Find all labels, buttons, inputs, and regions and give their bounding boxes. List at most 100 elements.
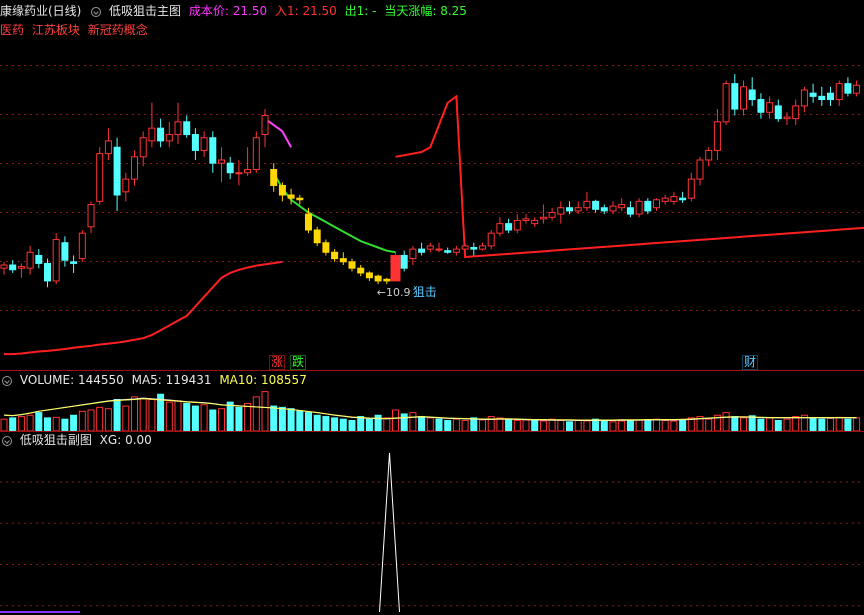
volume-bar (626, 420, 634, 431)
candle-body (496, 223, 504, 234)
candle-body (339, 258, 347, 263)
candle-body (670, 196, 678, 202)
main-indicator-name[interactable]: 低吸狙击主图 (109, 4, 181, 18)
volume-bar (844, 418, 852, 431)
candle-body (461, 245, 469, 250)
volume-bar (235, 406, 243, 431)
candle-body (322, 242, 330, 253)
exit-value: - (372, 4, 377, 18)
candle-body (470, 247, 478, 250)
volume-bar (505, 418, 513, 431)
candle-body (835, 83, 843, 101)
candle-body (104, 140, 112, 155)
candle-body (278, 184, 286, 196)
candle-body (148, 127, 156, 142)
volume-bar (331, 417, 339, 431)
volume-bar (818, 418, 826, 431)
candle-body (383, 278, 391, 282)
chevron-down-icon[interactable] (91, 6, 102, 17)
volume-bar (287, 408, 295, 431)
volume-bar (191, 405, 199, 431)
volume-bar (70, 414, 78, 431)
volume-bar (679, 419, 687, 431)
panel-divider (0, 370, 864, 371)
volume-bar (853, 417, 861, 431)
candle-body (531, 219, 539, 225)
volume-bar (783, 418, 791, 431)
stock-name[interactable]: 康缘药业(日线) (0, 4, 81, 18)
candle-body (574, 207, 582, 212)
volume-bar (383, 417, 391, 431)
candle-body (331, 251, 339, 260)
volume-bar (539, 420, 547, 431)
candle-body (740, 86, 747, 110)
sub-indicator-name[interactable]: 低吸狙击副图 (20, 433, 92, 447)
volume-bar (0, 418, 8, 431)
candle-body (539, 216, 547, 220)
volume-bar (513, 420, 521, 431)
candle-body (548, 212, 556, 218)
volume-bar (661, 420, 669, 431)
ma10-value: 108557 (261, 373, 307, 387)
candle-body (113, 146, 121, 196)
price-chart[interactable]: ←10.9 狙击 (0, 20, 864, 370)
candle-body (418, 248, 426, 253)
candle-body (827, 92, 834, 101)
candle-body (52, 239, 60, 282)
volume-bar (461, 420, 469, 431)
candle-body (444, 250, 452, 253)
ma-line-pink (264, 117, 292, 148)
volume-bar (740, 417, 747, 431)
gain-label: 当天涨幅: (384, 4, 437, 18)
entry-value: 21.50 (302, 4, 337, 18)
ma10-label: MA10: (219, 373, 258, 387)
cost-value: 21.50 (232, 4, 268, 18)
candle-body (487, 232, 495, 247)
candle-body (626, 207, 634, 215)
volume-bar (61, 418, 69, 431)
volume-bar (131, 396, 138, 431)
candle-body (435, 248, 443, 251)
candle-body (270, 169, 278, 186)
candle-body (0, 264, 8, 269)
candle-body (661, 197, 669, 202)
volume-bar (174, 400, 182, 431)
volume-bar (470, 417, 478, 431)
sub-indicator-header: 低吸狙击副图 XG: 0.00 (0, 432, 156, 448)
candle-body (287, 194, 295, 199)
volume-chart[interactable] (0, 389, 864, 431)
volume-bar (766, 417, 774, 431)
candle-body (452, 248, 460, 253)
candle-body (766, 102, 774, 113)
volume-bar (731, 416, 739, 431)
volume-bar (757, 418, 765, 431)
candle-body (70, 261, 78, 264)
volume-bar (26, 414, 34, 431)
volume-bar (244, 402, 252, 431)
candle-body (183, 121, 191, 136)
chevron-down-icon[interactable] (2, 435, 12, 446)
candle-body (44, 262, 51, 282)
volume-label: VOLUME: (19, 373, 75, 387)
ma5-value: 119431 (165, 373, 212, 387)
candle-body (61, 242, 69, 261)
candle-body (592, 200, 600, 210)
gain-value: 8.25 (440, 4, 467, 18)
candle-body (426, 245, 434, 250)
candle-body (348, 261, 356, 269)
sub-indicator-chart[interactable] (0, 449, 864, 614)
volume-bar (827, 417, 834, 431)
candle-body (731, 83, 739, 110)
candle-body (774, 105, 782, 120)
volume-bar (479, 419, 486, 431)
volume-bar (452, 418, 460, 431)
volume-bar (339, 418, 347, 431)
volume-bar (835, 416, 843, 431)
volume-bar (374, 414, 382, 431)
candle-body (78, 232, 86, 260)
candle-body (853, 84, 861, 94)
candle-body (226, 162, 234, 174)
volume-bar (313, 414, 321, 431)
chevron-down-icon[interactable] (2, 375, 12, 386)
candle-body (313, 229, 321, 244)
